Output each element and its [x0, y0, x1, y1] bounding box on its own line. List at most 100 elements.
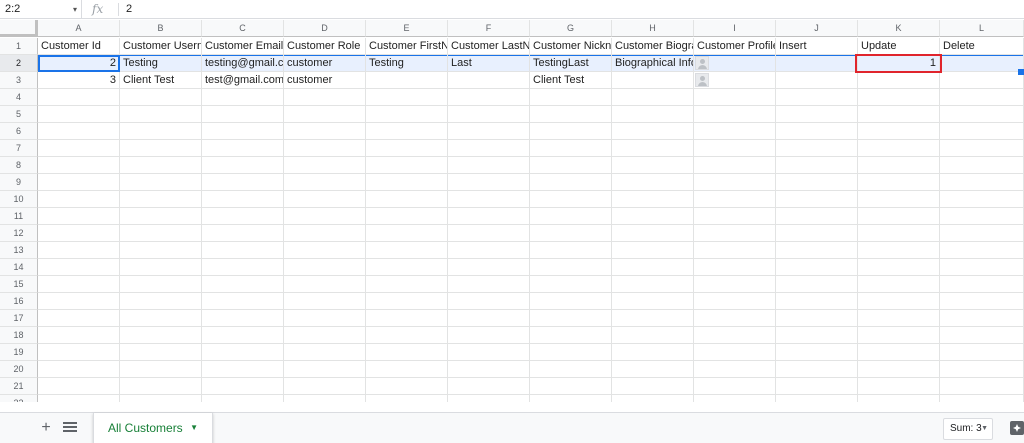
dropdown-caret-icon[interactable]: ▼: [190, 413, 198, 443]
column-header-h[interactable]: H: [612, 20, 694, 37]
cell-k19[interactable]: [858, 344, 940, 361]
cell-j17[interactable]: [776, 310, 858, 327]
cell-h5[interactable]: [612, 106, 694, 123]
cell-f11[interactable]: [448, 208, 530, 225]
cell-l5[interactable]: [940, 106, 1024, 123]
column-header-d[interactable]: D: [284, 20, 366, 37]
cell-c3[interactable]: test@gmail.com: [202, 72, 284, 89]
column-header-j[interactable]: J: [776, 20, 858, 37]
cell-e2[interactable]: Testing: [366, 55, 448, 72]
cell-k13[interactable]: [858, 242, 940, 259]
cell-a11[interactable]: [38, 208, 120, 225]
cell-b8[interactable]: [120, 157, 202, 174]
cell-j4[interactable]: [776, 89, 858, 106]
cell-a15[interactable]: [38, 276, 120, 293]
cell-g19[interactable]: [530, 344, 612, 361]
cell-k10[interactable]: [858, 191, 940, 208]
cell-j3[interactable]: [776, 72, 858, 89]
cell-c12[interactable]: [202, 225, 284, 242]
cell-e14[interactable]: [366, 259, 448, 276]
dropdown-caret-icon[interactable]: ▾: [73, 0, 77, 19]
row-header-18[interactable]: 18: [0, 327, 38, 344]
sum-summary-dropdown[interactable]: Sum: 3 ▼: [943, 418, 993, 440]
cell-g11[interactable]: [530, 208, 612, 225]
cell-k18[interactable]: [858, 327, 940, 344]
cell-a10[interactable]: [38, 191, 120, 208]
cell-c2[interactable]: testing@gmail.co: [202, 55, 284, 72]
cell-i6[interactable]: [694, 123, 776, 140]
cell-d22[interactable]: [284, 395, 366, 402]
cell-e9[interactable]: [366, 174, 448, 191]
cell-g12[interactable]: [530, 225, 612, 242]
cell-i15[interactable]: [694, 276, 776, 293]
row-header-16[interactable]: 16: [0, 293, 38, 310]
column-header-f[interactable]: F: [448, 20, 530, 37]
cell-a18[interactable]: [38, 327, 120, 344]
cell-l13[interactable]: [940, 242, 1024, 259]
cell-d9[interactable]: [284, 174, 366, 191]
cell-g16[interactable]: [530, 293, 612, 310]
cell-f18[interactable]: [448, 327, 530, 344]
cell-j7[interactable]: [776, 140, 858, 157]
cell-b17[interactable]: [120, 310, 202, 327]
cell-j13[interactable]: [776, 242, 858, 259]
cell-e13[interactable]: [366, 242, 448, 259]
cell-b16[interactable]: [120, 293, 202, 310]
cell-j9[interactable]: [776, 174, 858, 191]
cell-j18[interactable]: [776, 327, 858, 344]
cell-h13[interactable]: [612, 242, 694, 259]
cell-i14[interactable]: [694, 259, 776, 276]
cell-g10[interactable]: [530, 191, 612, 208]
cell-i20[interactable]: [694, 361, 776, 378]
cell-i1[interactable]: Customer Profile: [694, 38, 776, 55]
cell-l3[interactable]: [940, 72, 1024, 89]
cell-f15[interactable]: [448, 276, 530, 293]
cell-h20[interactable]: [612, 361, 694, 378]
cell-b14[interactable]: [120, 259, 202, 276]
cell-c22[interactable]: [202, 395, 284, 402]
cell-h11[interactable]: [612, 208, 694, 225]
cell-g13[interactable]: [530, 242, 612, 259]
cell-f20[interactable]: [448, 361, 530, 378]
cell-d16[interactable]: [284, 293, 366, 310]
cell-j22[interactable]: [776, 395, 858, 402]
cell-b11[interactable]: [120, 208, 202, 225]
cell-b5[interactable]: [120, 106, 202, 123]
cell-c20[interactable]: [202, 361, 284, 378]
cell-a22[interactable]: [38, 395, 120, 402]
cell-e10[interactable]: [366, 191, 448, 208]
cell-i18[interactable]: [694, 327, 776, 344]
cell-i8[interactable]: [694, 157, 776, 174]
cell-k5[interactable]: [858, 106, 940, 123]
name-box[interactable]: 2:2 ▾: [0, 0, 82, 19]
cell-e21[interactable]: [366, 378, 448, 395]
cell-l11[interactable]: [940, 208, 1024, 225]
cell-a20[interactable]: [38, 361, 120, 378]
cell-h12[interactable]: [612, 225, 694, 242]
cell-e17[interactable]: [366, 310, 448, 327]
cell-c10[interactable]: [202, 191, 284, 208]
row-header-15[interactable]: 15: [0, 276, 38, 293]
row-header-19[interactable]: 19: [0, 344, 38, 361]
cell-i22[interactable]: [694, 395, 776, 402]
cell-d19[interactable]: [284, 344, 366, 361]
cell-l14[interactable]: [940, 259, 1024, 276]
cell-l19[interactable]: [940, 344, 1024, 361]
cell-b9[interactable]: [120, 174, 202, 191]
cell-k16[interactable]: [858, 293, 940, 310]
cell-d21[interactable]: [284, 378, 366, 395]
cell-h14[interactable]: [612, 259, 694, 276]
cell-f19[interactable]: [448, 344, 530, 361]
cell-c4[interactable]: [202, 89, 284, 106]
cell-f5[interactable]: [448, 106, 530, 123]
cell-j1[interactable]: Insert: [776, 38, 858, 55]
cell-b12[interactable]: [120, 225, 202, 242]
cell-l15[interactable]: [940, 276, 1024, 293]
cell-a6[interactable]: [38, 123, 120, 140]
cell-h2[interactable]: Biographical Info: [612, 55, 694, 72]
cell-e12[interactable]: [366, 225, 448, 242]
cell-l17[interactable]: [940, 310, 1024, 327]
cell-c8[interactable]: [202, 157, 284, 174]
cell-f6[interactable]: [448, 123, 530, 140]
cell-i21[interactable]: [694, 378, 776, 395]
